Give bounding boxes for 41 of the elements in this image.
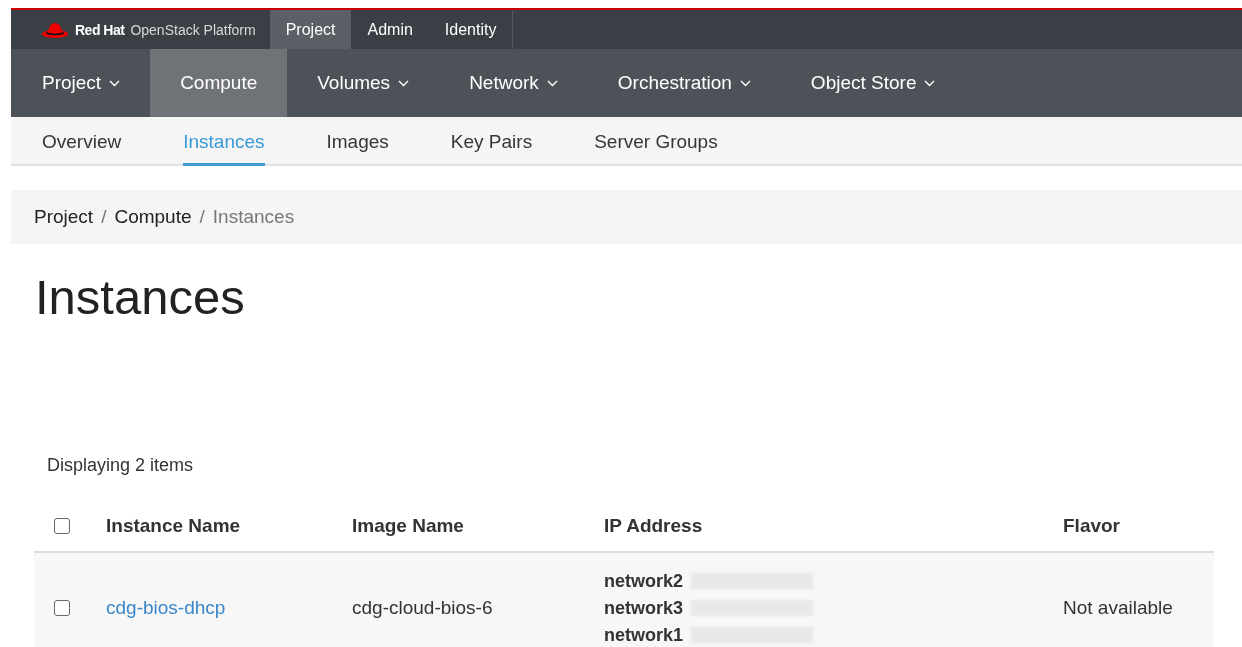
nav-menu-item[interactable]: Volumes (287, 49, 440, 117)
chevron-down-icon (398, 79, 410, 87)
hat-logo-icon (41, 20, 69, 39)
top-tab[interactable]: Identity (428, 10, 513, 49)
chevron-down-icon (546, 79, 558, 87)
column-header[interactable]: IP Address (604, 515, 1063, 537)
nav-menu-item[interactable]: Orchestration (587, 49, 781, 117)
select-all-checkbox[interactable] (54, 518, 70, 534)
top-tab[interactable]: Admin (351, 10, 429, 49)
product-name: OpenStack Platform (130, 21, 256, 38)
item-count: Displaying 2 items (47, 455, 195, 476)
nav-menu-item[interactable]: Project (11, 49, 151, 117)
breadcrumb-link[interactable]: Project (34, 206, 94, 228)
breadcrumb-link[interactable]: Compute (114, 206, 192, 228)
sub-nav-tab[interactable]: Overview (42, 117, 122, 166)
breadcrumb-separator: / (101, 206, 107, 228)
page-title: Instances (35, 269, 246, 325)
instance-link[interactable]: cdg-bios-dhcp (106, 597, 226, 618)
column-header[interactable]: Image Name (352, 515, 604, 537)
sub-nav-tab[interactable]: Images (326, 117, 389, 166)
nav-menu-item[interactable]: Compute (150, 49, 288, 117)
network-name: network3 (604, 597, 684, 619)
nav-menu-item[interactable]: Object Store (780, 49, 966, 117)
brand-name: Red Hat (75, 21, 125, 38)
sub-nav-tab[interactable]: Server Groups (594, 117, 718, 166)
nav-menu-item[interactable]: Network (439, 49, 588, 117)
chevron-down-icon (109, 79, 121, 87)
network-name: network2 (604, 570, 684, 592)
table-cell-text: cdg-cloud-bios-6 (352, 597, 494, 619)
top-tab[interactable]: Project (269, 10, 352, 49)
chevron-down-icon (924, 79, 936, 87)
column-header[interactable]: Flavor (1063, 515, 1214, 537)
breadcrumb-current: Instances (212, 206, 295, 228)
column-header[interactable]: Instance Name (106, 515, 352, 537)
table-cell-text: Not available (1063, 597, 1174, 619)
network-name: network1 (604, 624, 684, 646)
row-checkbox[interactable] (54, 600, 70, 616)
chevron-down-icon (739, 79, 751, 87)
breadcrumb-separator: / (199, 206, 205, 228)
product-logo[interactable]: Red Hat OpenStack Platform (11, 10, 270, 49)
sub-nav-tab[interactable]: Key Pairs (450, 117, 533, 166)
